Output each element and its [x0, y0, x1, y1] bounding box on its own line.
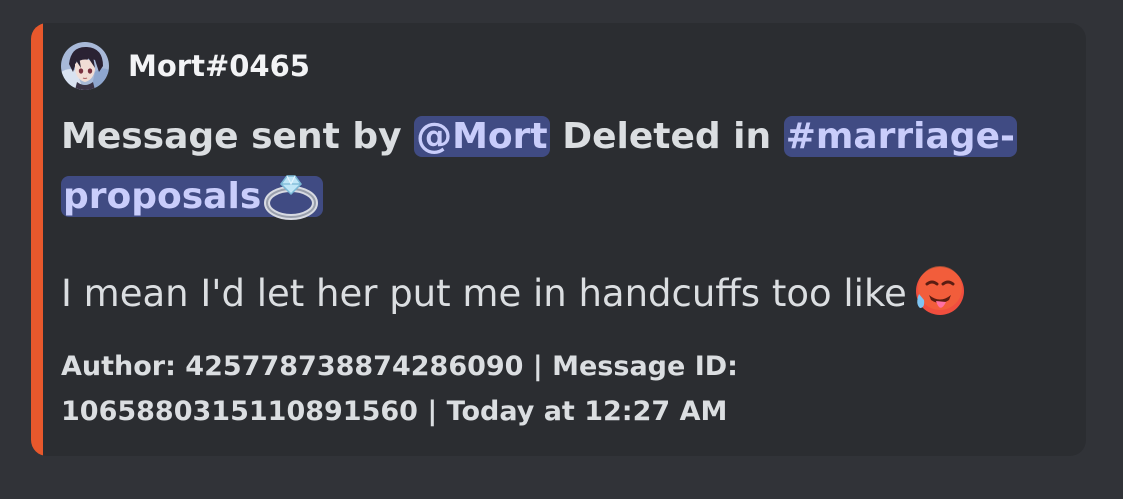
anime-avatar-icon[interactable] [61, 42, 109, 90]
author-name[interactable]: Mort#0465 [128, 51, 310, 81]
hot-face-emoji-icon [913, 264, 967, 318]
description-text: I mean I'd let her put me in handcuffs t… [61, 272, 907, 315]
deleted-message-embed: Mort#0465 Message sent by @Mort Deleted … [31, 23, 1086, 456]
embed-author: Mort#0465 [61, 41, 310, 91]
embed-accent-bar [31, 23, 43, 456]
title-prefix: Message sent by [61, 116, 402, 157]
embed-footer: Author: 425778738874286090 | Message ID:… [61, 351, 738, 427]
ring-emoji-icon [261, 168, 321, 220]
embed-title: Message sent by @Mort Deleted in #marria… [61, 107, 1071, 227]
embed-description: I mean I'd let her put me in handcuffs t… [61, 264, 1071, 322]
title-middle: Deleted in [562, 116, 772, 157]
user-mention[interactable]: @Mort [414, 116, 550, 157]
